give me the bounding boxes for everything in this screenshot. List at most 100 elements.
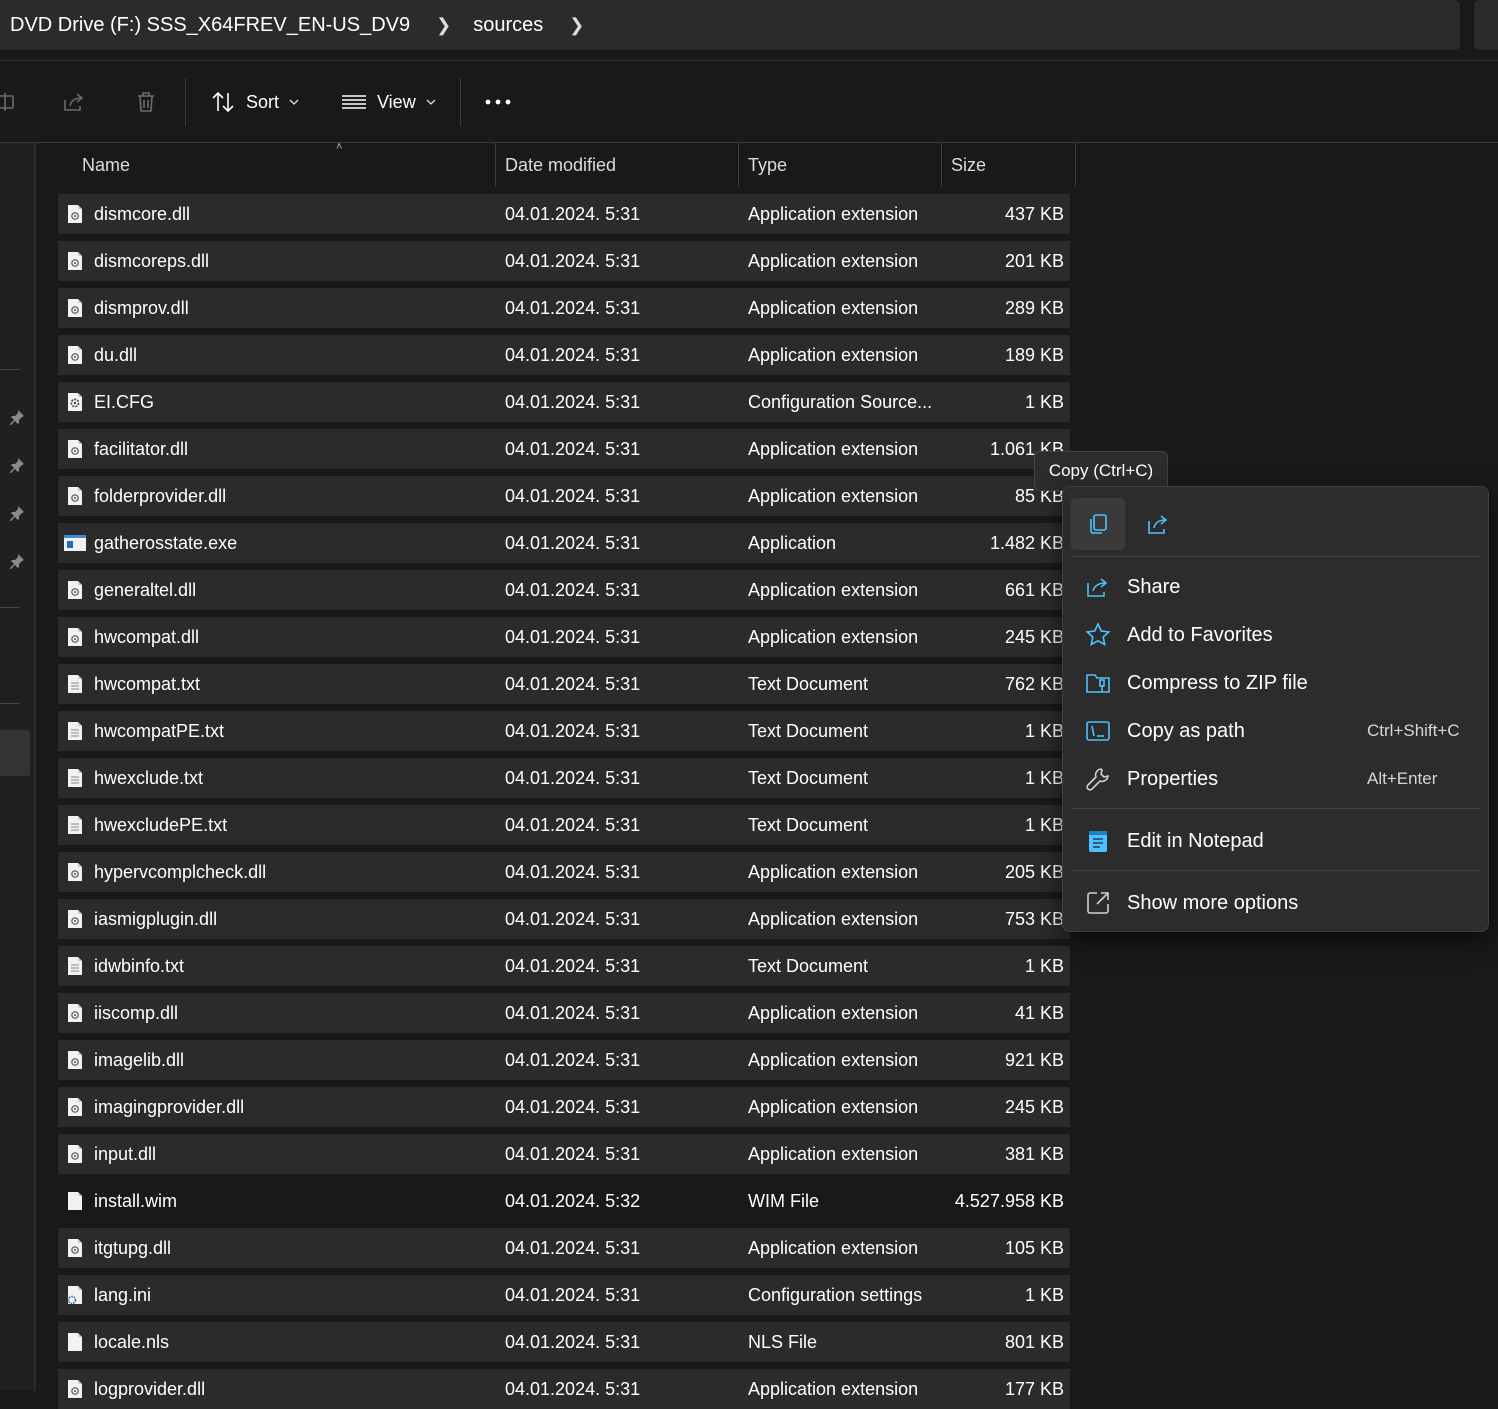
menu-item-share[interactable]: Share bbox=[1071, 565, 1480, 609]
menu-item-copy-as-path[interactable]: Copy as path Ctrl+Shift+C bbox=[1071, 709, 1480, 753]
file-row[interactable]: locale.nls 04.01.2024. 5:31 NLS File 801 KB bbox=[58, 1322, 1070, 1362]
search-box[interactable]: │ bbox=[1474, 0, 1498, 50]
pin-icon[interactable] bbox=[9, 409, 25, 425]
sort-button[interactable]: Sort bbox=[210, 62, 299, 142]
file-date-modified: 04.01.2024. 5:31 bbox=[505, 721, 641, 741]
file-row[interactable]: dismprov.dll 04.01.2024. 5:31 Application … bbox=[58, 288, 1070, 328]
file-type: Configuration Source... bbox=[748, 392, 933, 412]
menu-item-edit-in-notepad[interactable]: Edit in Notepad bbox=[1071, 819, 1480, 863]
blank-file-icon bbox=[67, 1191, 83, 1211]
file-row[interactable]: hypervcomplcheck.dll 04.01.2024. 5:31 Appl… bbox=[58, 852, 1070, 892]
file-row[interactable]: itgtupg.dll 04.01.2024. 5:31 Application e… bbox=[58, 1228, 1070, 1268]
column-date-label: Date modified bbox=[505, 154, 617, 175]
file-row[interactable]: dismcore.dll 04.01.2024. 5:31 Application … bbox=[58, 194, 1070, 234]
file-name: input.dll bbox=[94, 1144, 157, 1164]
file-type: Text Document bbox=[748, 815, 869, 835]
file-row[interactable]: hwcompatPE.txt 04.01.2024. 5:31 Text Docum… bbox=[58, 711, 1070, 751]
file-type: Application extension bbox=[748, 486, 919, 506]
dll-icon bbox=[67, 1003, 83, 1023]
copy-path-icon bbox=[1086, 721, 1110, 741]
file-size: 1 KB bbox=[1024, 956, 1064, 976]
file-row[interactable]: hwexclude.txt 04.01.2024. 5:31 Text Docume… bbox=[58, 758, 1070, 798]
file-row[interactable]: imagelib.dll 04.01.2024. 5:31 Application … bbox=[58, 1040, 1070, 1080]
more-options-button[interactable] bbox=[485, 62, 511, 142]
share-button[interactable] bbox=[62, 62, 86, 142]
pin-icon[interactable] bbox=[9, 505, 25, 521]
pane-resize-handle[interactable] bbox=[34, 143, 36, 1391]
file-row[interactable]: EI.CFG 04.01.2024. 5:31 Configuration Sour… bbox=[58, 382, 1070, 422]
file-row[interactable]: imagingprovider.dll 04.01.2024. 5:31 Appli… bbox=[58, 1087, 1070, 1127]
file-row[interactable]: gatherosstate.exe 04.01.2024. 5:31 Applica… bbox=[58, 523, 1070, 563]
file-row[interactable]: hwexcludePE.txt 04.01.2024. 5:31 Text Docu… bbox=[58, 805, 1070, 845]
rename-button[interactable] bbox=[0, 62, 16, 142]
toolbar-separator bbox=[185, 78, 186, 126]
file-row[interactable]: folderprovider.dll 04.01.2024. 5:31 Applic… bbox=[58, 476, 1070, 516]
file-row[interactable]: du.dll 04.01.2024. 5:31 Application extens… bbox=[58, 335, 1070, 375]
chevron-right-icon[interactable]: ❯ bbox=[436, 15, 451, 36]
file-row[interactable]: logprovider.dll 04.01.2024. 5:31 Applicati… bbox=[58, 1369, 1070, 1409]
file-row[interactable]: hwcompat.dll 04.01.2024. 5:31 Application … bbox=[58, 617, 1070, 657]
menu-item-add-to-favorites[interactable]: Add to Favorites bbox=[1071, 613, 1480, 657]
pin-icon[interactable] bbox=[9, 457, 25, 473]
file-row[interactable]: hwcompat.txt 04.01.2024. 5:31 Text Documen… bbox=[58, 664, 1070, 704]
file-name: install.wim bbox=[94, 1191, 178, 1211]
file-row[interactable]: iiscomp.dll 04.01.2024. 5:31 Application e… bbox=[58, 993, 1070, 1033]
copy-button[interactable] bbox=[1071, 498, 1125, 550]
column-date-modified[interactable]: Date modified bbox=[505, 143, 737, 187]
file-date-modified: 04.01.2024. 5:31 bbox=[505, 392, 641, 412]
notepad-icon bbox=[1089, 831, 1107, 852]
file-type: Text Document bbox=[748, 768, 869, 788]
delete-button[interactable] bbox=[134, 62, 158, 142]
menu-item-label: Copy as path bbox=[1127, 720, 1245, 742]
file-row[interactable]: iasmigplugin.dll 04.01.2024. 5:31 Applicat… bbox=[58, 899, 1070, 939]
column-name[interactable]: Name bbox=[82, 143, 494, 187]
file-size: 762 KB bbox=[1004, 674, 1064, 694]
share-quick-button[interactable] bbox=[1131, 498, 1185, 550]
file-row[interactable]: install.wim 04.01.2024. 5:32 WIM File 4.527… bbox=[58, 1181, 1070, 1221]
command-bar: Sort View bbox=[0, 62, 1498, 142]
breadcrumb-sources[interactable]: sources bbox=[473, 14, 543, 37]
file-row[interactable]: dismcoreps.dll 04.01.2024. 5:31 Applicatio… bbox=[58, 241, 1070, 281]
file-date-modified: 04.01.2024. 5:31 bbox=[505, 204, 641, 224]
chevron-right-icon[interactable]: ❯ bbox=[569, 15, 584, 36]
dll-icon bbox=[67, 1379, 83, 1399]
menu-item-compress-zip[interactable]: Compress to ZIP file bbox=[1071, 661, 1480, 705]
menu-item-shortcut: Alt+Enter bbox=[1367, 769, 1438, 788]
file-row[interactable]: generaltel.dll 04.01.2024. 5:31 Applicatio… bbox=[58, 570, 1070, 610]
column-type[interactable]: Type bbox=[748, 143, 940, 187]
file-size: 921 KB bbox=[1004, 1050, 1064, 1070]
dll-icon bbox=[67, 862, 83, 882]
address-bar[interactable]: DVD Drive (F:) SSS_X64FREV_EN-US_DV9 ❯ s… bbox=[0, 0, 1460, 50]
file-row[interactable]: idwbinfo.txt 04.01.2024. 5:31 Text Documen… bbox=[58, 946, 1070, 986]
navigation-pane[interactable] bbox=[0, 143, 34, 1391]
column-name-label: Name bbox=[82, 154, 131, 175]
file-name: locale.nls bbox=[94, 1332, 170, 1352]
menu-item-properties[interactable]: Properties Alt+Enter bbox=[1071, 757, 1480, 801]
menu-item-shortcut: Ctrl+Shift+C bbox=[1367, 721, 1460, 740]
star-icon bbox=[1085, 622, 1111, 647]
nav-selected-item[interactable] bbox=[0, 730, 30, 776]
file-row[interactable]: lang.ini 04.01.2024. 5:31 Configuration se… bbox=[58, 1275, 1070, 1315]
pin-icon[interactable] bbox=[9, 553, 25, 569]
file-date-modified: 04.01.2024. 5:31 bbox=[505, 1332, 641, 1352]
menu-separator bbox=[1071, 808, 1480, 809]
file-date-modified: 04.01.2024. 5:31 bbox=[505, 768, 641, 788]
column-resize-handle[interactable] bbox=[495, 143, 496, 187]
column-resize-handle[interactable] bbox=[941, 143, 942, 187]
file-size: 801 KB bbox=[1004, 1332, 1064, 1352]
file-size: 381 KB bbox=[1004, 1144, 1064, 1164]
file-row[interactable]: input.dll 04.01.2024. 5:31 Application ext… bbox=[58, 1134, 1070, 1174]
file-type: Configuration settings bbox=[748, 1285, 923, 1305]
file-date-modified: 04.01.2024. 5:31 bbox=[505, 251, 641, 271]
text-file-icon bbox=[67, 721, 83, 741]
file-date-modified: 04.01.2024. 5:31 bbox=[505, 486, 641, 506]
file-row[interactable]: facilitator.dll 04.01.2024. 5:31 Applicati… bbox=[58, 429, 1070, 469]
file-type: Text Document bbox=[748, 674, 869, 694]
menu-item-show-more-options[interactable]: Show more options bbox=[1071, 881, 1480, 925]
column-resize-handle[interactable] bbox=[1075, 143, 1076, 187]
column-resize-handle[interactable] bbox=[738, 143, 739, 187]
view-button[interactable]: View bbox=[341, 62, 436, 142]
breadcrumb-drive[interactable]: DVD Drive (F:) SSS_X64FREV_EN-US_DV9 bbox=[10, 14, 410, 37]
column-size[interactable]: Size bbox=[951, 143, 1071, 187]
dll-icon bbox=[67, 486, 83, 506]
